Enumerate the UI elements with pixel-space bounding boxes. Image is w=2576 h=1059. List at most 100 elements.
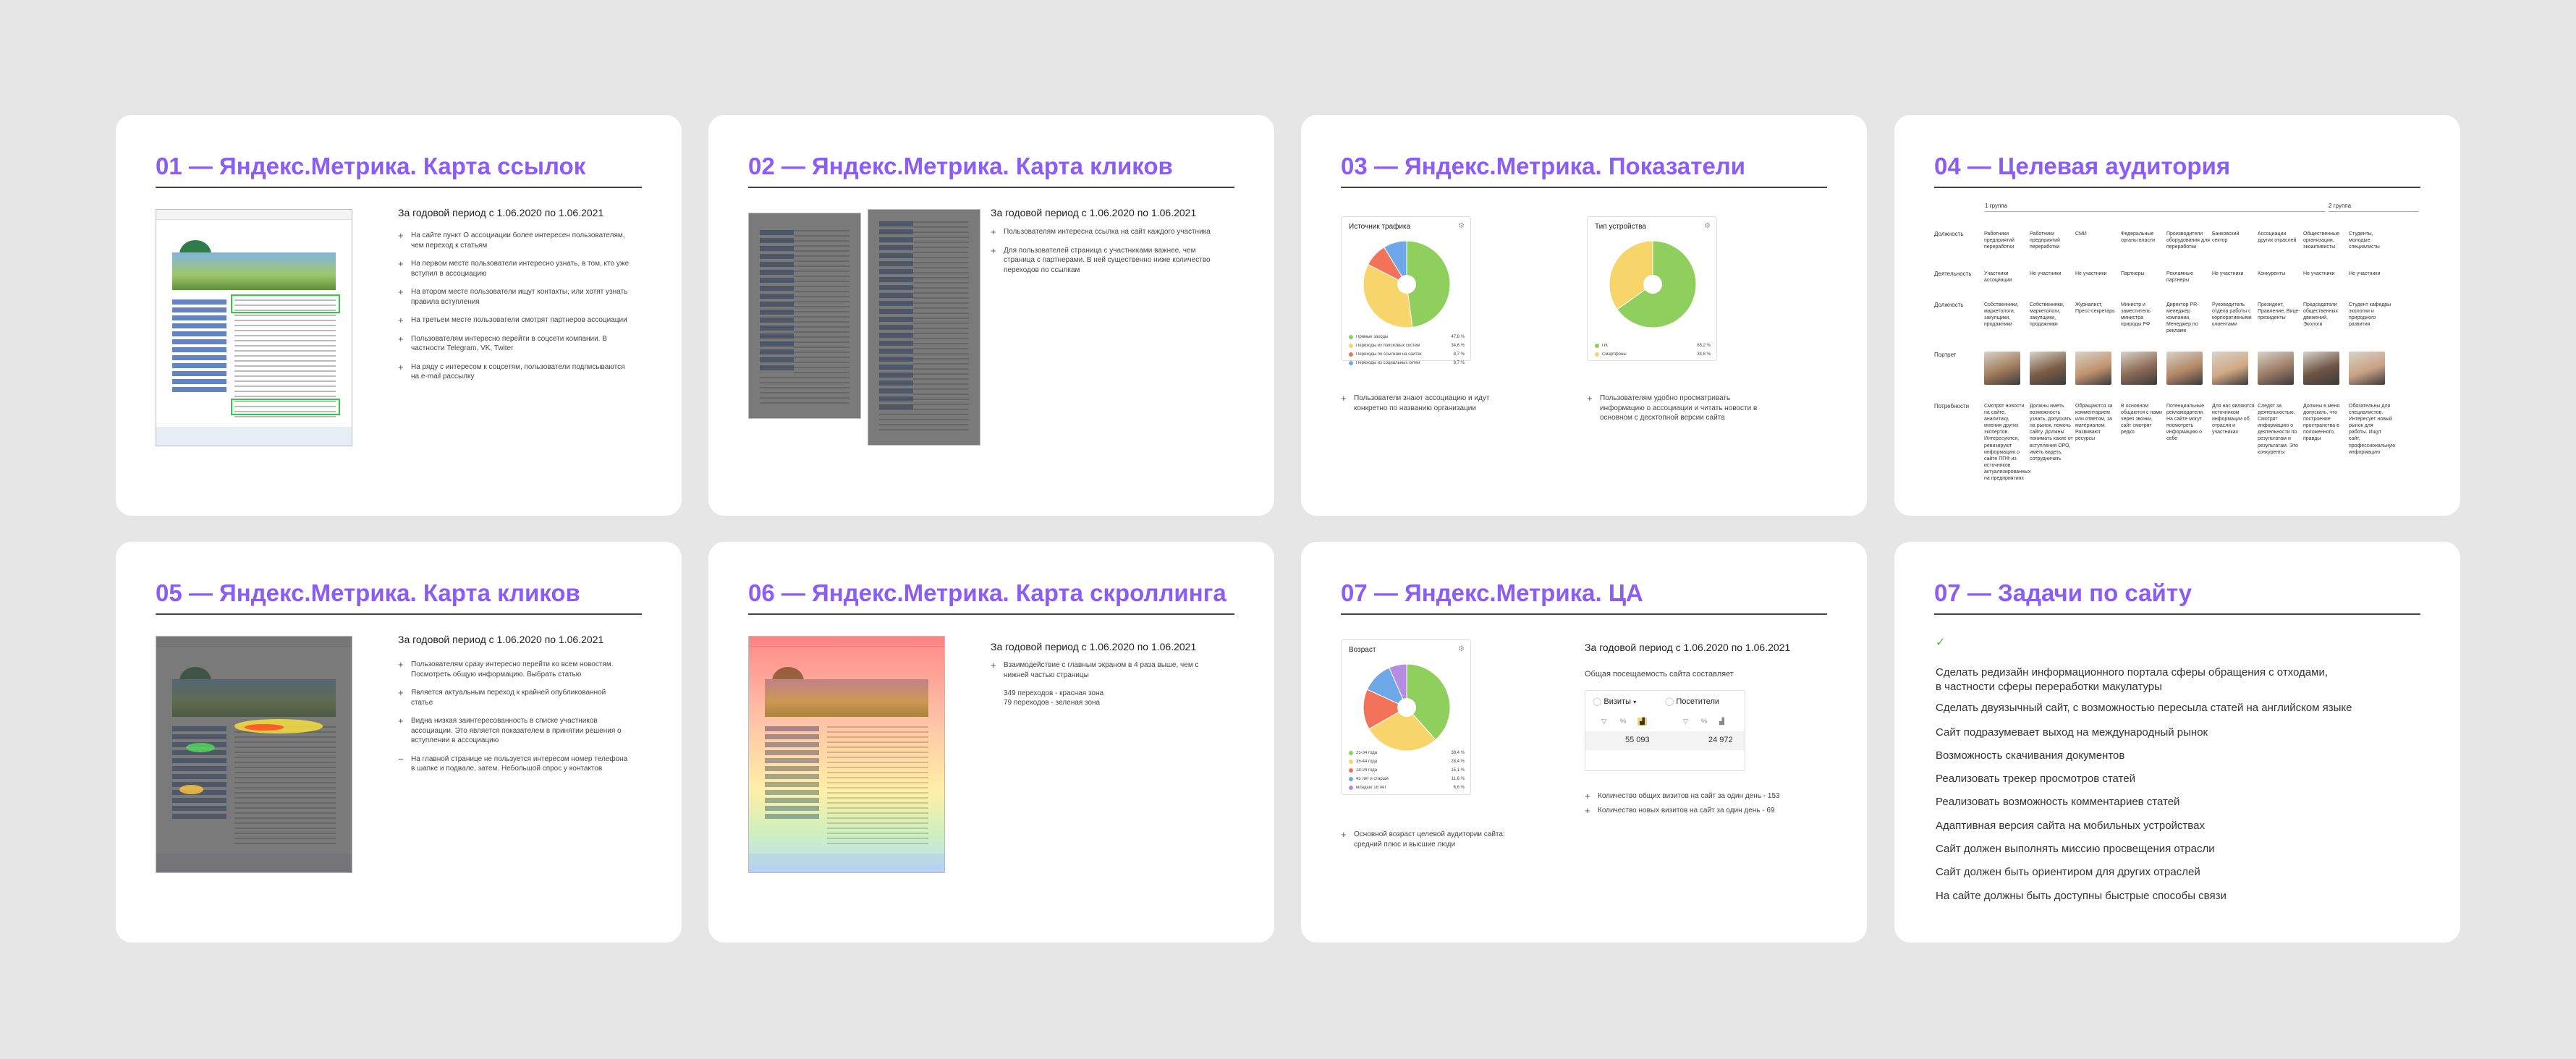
- finding: Основной возраст целевой аудитории сайта…: [1341, 828, 1514, 849]
- chart-icon[interactable]: ▟: [1719, 718, 1724, 726]
- chart-legend: 25-34 года 38,4 % 35-44 года 28,4 % 18-24 го…: [1349, 749, 1465, 792]
- device-type-widget: Тип устройства ⚙ ПК 65,2 % Смартфоны 34,8 %: [1587, 216, 1717, 361]
- period-text: За годовой период с 1.06.2020 по 1.06.20…: [398, 207, 604, 218]
- age-pie-chart: [1363, 663, 1451, 752]
- audience-cell: Собственники, маркетологи, закупщики, пр…: [1984, 302, 2019, 328]
- percent-icon[interactable]: %: [1701, 718, 1707, 725]
- audience-portrait: [2349, 352, 2385, 385]
- audience-cell: Работники предприятий переработки: [2030, 231, 2060, 250]
- task-item: Реализовать трекер просмотров статей: [1936, 773, 2135, 785]
- gear-icon[interactable]: ⚙: [1458, 222, 1465, 230]
- percent-icon[interactable]: %: [1620, 718, 1626, 725]
- audience-portrait: [2212, 352, 2248, 385]
- finding: На втором месте пользователи ищут контак…: [398, 286, 630, 307]
- finding: Пользователи знают ассоциацию и идут кон…: [1341, 392, 1514, 413]
- legend-swatch: [1349, 760, 1353, 764]
- findings-list: На сайте пункт О ассоциации более интере…: [398, 229, 630, 391]
- legend-item: 18-24 года 15,1 %: [1349, 766, 1465, 775]
- widget-title: Возраст: [1349, 646, 1376, 654]
- legend-label: 45 лет и старше: [1356, 777, 1389, 781]
- card-link-map: 01 — Яндекс.Метрика. Карта ссылок За год…: [116, 115, 682, 516]
- card-target-audience: 04 — Целевая аудитория 1 группа 2 группа…: [1894, 115, 2460, 516]
- radio-icon: ◯: [1593, 697, 1602, 706]
- audience-cell: Журналист, Пресс-секретарь: [2075, 302, 2115, 315]
- finding: Взаимодействие с главным экраном в 4 раз…: [991, 659, 1222, 680]
- finding: Пользователям интересна ссылка на сайт к…: [991, 226, 1222, 238]
- divider: [2329, 211, 2419, 212]
- audience-portrait: [2121, 352, 2157, 385]
- filter-icon[interactable]: ▽: [1601, 718, 1606, 726]
- audience-cell: Партнеры: [2121, 271, 2145, 276]
- legend-value: 8,7 %: [1453, 352, 1465, 357]
- row-label: Должность: [1934, 231, 1964, 237]
- tab-label: Визиты: [1603, 697, 1631, 706]
- audience-cell: Не участники: [2303, 271, 2335, 276]
- audience-cell: Конкуренты: [2258, 271, 2286, 276]
- card-audience: 07 — Яндекс.Метрика. ЦА Возраст ⚙ 25-34 …: [1301, 542, 1867, 943]
- visits-value: 55 093: [1625, 736, 1650, 744]
- chart-icon[interactable]: ▟: [1637, 718, 1647, 726]
- legend-swatch: [1349, 786, 1353, 790]
- legend-value: 8,7 %: [1453, 361, 1465, 365]
- legend-value: 11,6 %: [1451, 777, 1465, 781]
- site-screenshot: [156, 636, 352, 873]
- gear-icon[interactable]: ⚙: [1704, 222, 1711, 230]
- widget-title: Источник трафика: [1349, 223, 1411, 231]
- gear-icon[interactable]: ⚙: [1458, 645, 1465, 653]
- highlight-box: [230, 398, 340, 415]
- visitors-tab[interactable]: ◯ Посетители: [1665, 697, 1719, 706]
- audience-cell: Министр и заместитель министра природы Р…: [2121, 302, 2151, 328]
- findings-list: Взаимодействие с главным экраном в 4 раз…: [991, 659, 1222, 689]
- audience-cell: СМИ: [2075, 231, 2087, 237]
- divider: [1985, 211, 2325, 212]
- visits-tab[interactable]: ◯ Визиты ▾: [1593, 697, 1636, 706]
- task-item: Сделать редизайн информационного портала…: [1936, 666, 2328, 693]
- legend-swatch: [1349, 768, 1353, 773]
- check-icon: ✓: [1936, 637, 1946, 649]
- period-text: За годовой период с 1.06.2020 по 1.06.20…: [991, 207, 1197, 218]
- audience-portrait: [2030, 352, 2066, 385]
- legend-item: 35-44 года 28,4 %: [1349, 757, 1465, 766]
- findings-list: Пользователям сразу интересно перейти ко…: [398, 658, 630, 783]
- divider: [1341, 187, 1827, 188]
- audience-cell: Собственники, маркетологи, закупщики, пр…: [2030, 302, 2064, 328]
- findings-list: Пользователям интересна ссылка на сайт к…: [991, 226, 1222, 284]
- findings-list: Основной возраст целевой аудитории сайта…: [1341, 828, 1514, 858]
- radio-icon: ◯: [1665, 697, 1674, 706]
- finding: Пользователям интересно перейти в соцсет…: [398, 333, 630, 354]
- chevron-down-icon: ▾: [1633, 699, 1637, 705]
- finding: Пользователям сразу интересно перейти ко…: [398, 658, 630, 679]
- legend-value: 38,4 %: [1451, 751, 1465, 755]
- task-item: Реализовать возможность комментариев ста…: [1936, 796, 2180, 808]
- audience-cell: Не участники: [2349, 271, 2381, 276]
- card-scroll-map: 06 — Яндекс.Метрика. Карта скроллинга За…: [708, 542, 1274, 943]
- task-item: Сайт должен быть ориентиром для других о…: [1936, 866, 2200, 878]
- legend-label: 35-44 года: [1356, 760, 1378, 764]
- card-title: 07 — Яндекс.Метрика. ЦА: [1341, 579, 1643, 606]
- visits-widget: ◯ Визиты ▾ ◯ Посетители ▽ % ▟ ▽ % ▟ 55 0…: [1585, 690, 1745, 771]
- audience-cell: Банковский сектор: [2212, 231, 2240, 244]
- audience-cell: Президент, Правление, Вице-президенты: [2258, 302, 2300, 321]
- divider: [748, 187, 1234, 188]
- chart-legend: Прямые заходы 47,8 % Переходы из поисковых…: [1349, 333, 1465, 367]
- legend-swatch: [1349, 751, 1353, 755]
- audience-portrait: [2303, 352, 2339, 385]
- finding: На первом месте пользователи интересно у…: [398, 258, 630, 278]
- card-click-map: 02 — Яндекс.Метрика. Карта кликов За год…: [708, 115, 1274, 516]
- stat: Количество новых визитов на сайт за один…: [1585, 804, 1816, 817]
- finding: На третьем месте пользователи смотрят па…: [398, 314, 630, 326]
- filter-icon[interactable]: ▽: [1683, 718, 1688, 726]
- legend-label: 25-34 года: [1356, 751, 1378, 755]
- audience-cell: Должны в меня допускать, что построение …: [2303, 404, 2340, 442]
- audience-portrait: [2166, 352, 2203, 385]
- audience-cell: Обязательны для специалистов. Интересует…: [2349, 404, 2396, 455]
- audience-cell: Производители оборудования для переработ…: [2166, 231, 2210, 250]
- audience-cell: Для нас являются источником информации о…: [2212, 404, 2255, 435]
- audience-cell: Смотрят новости на сайте, аналитику, мне…: [1984, 404, 2031, 482]
- legend-item: Переходы по ссылкам на сайтах 8,7 %: [1349, 350, 1465, 359]
- audience-cell: Следят за деятельностью. Смотрят информа…: [2258, 404, 2298, 455]
- visits-caption: Общая посещаемость сайта составляет: [1585, 670, 1734, 679]
- card-click-map-2: 05 — Яндекс.Метрика. Карта кликов За год…: [116, 542, 682, 943]
- scroll-green-zone: 79 переходов - зеленая зона: [1004, 699, 1101, 707]
- divider: [1934, 187, 2420, 188]
